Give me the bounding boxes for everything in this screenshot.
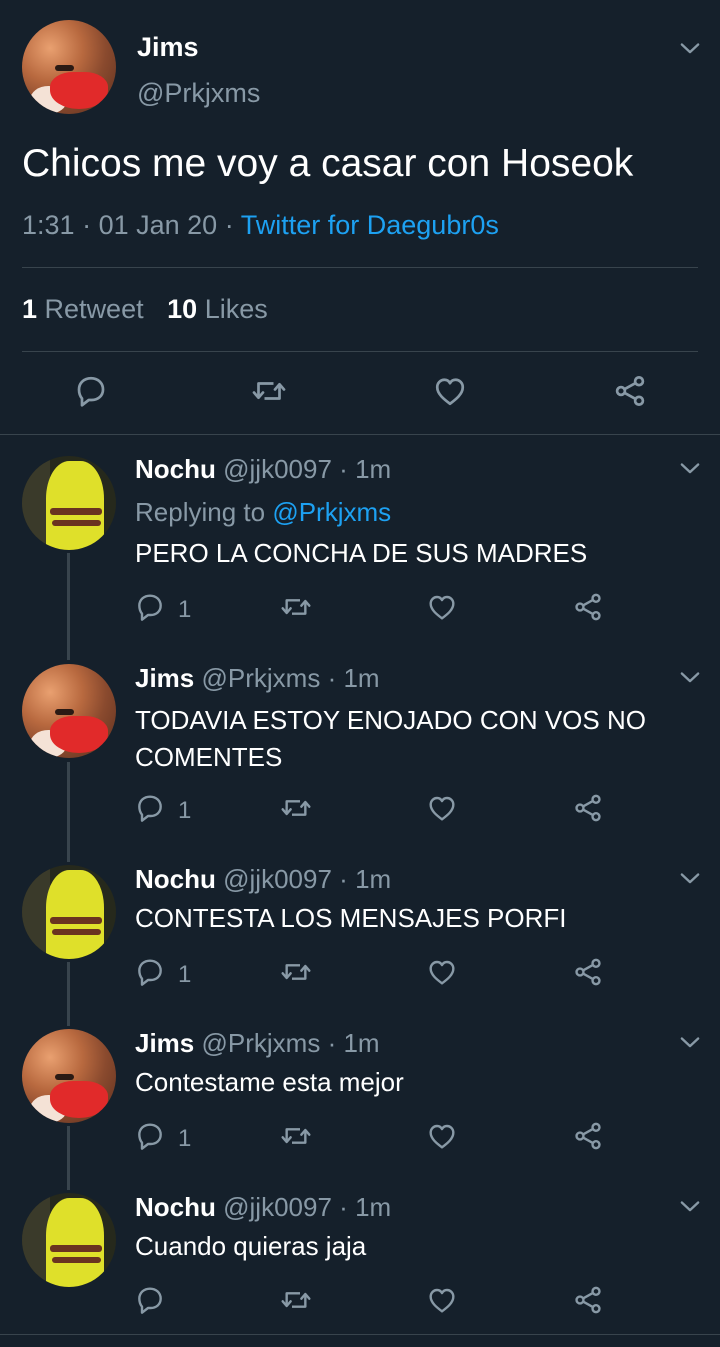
- divider: [0, 1334, 720, 1335]
- reply-text-line: TODAVIA ESTOY ENOJADO CON VOS NO: [135, 705, 646, 735]
- reply-icon[interactable]: [134, 591, 166, 623]
- reply-icon[interactable]: [134, 1120, 166, 1152]
- heart-icon[interactable]: [426, 591, 458, 623]
- tweet-time: 1:31: [22, 210, 75, 240]
- reply-header: Nochu @jjk0097 · 1m: [135, 1192, 391, 1223]
- reply-header: Nochu @jjk0097 · 1m: [135, 454, 391, 485]
- retweet-icon[interactable]: [280, 1284, 312, 1316]
- reply-time: 1m: [343, 1028, 380, 1058]
- retweet-icon[interactable]: [251, 373, 287, 409]
- separator: ·: [339, 1192, 348, 1222]
- reply-icon[interactable]: [134, 956, 166, 988]
- reply-icon[interactable]: [134, 1284, 166, 1316]
- reply-text-line: COMENTES: [135, 742, 283, 772]
- reply-time: 1m: [355, 864, 392, 894]
- separator: ·: [339, 864, 348, 894]
- heart-icon[interactable]: [426, 792, 458, 824]
- heart-icon[interactable]: [426, 1120, 458, 1152]
- heart-icon[interactable]: [426, 956, 458, 988]
- likes-count: 10: [167, 294, 198, 324]
- reply-count: 1: [178, 1125, 192, 1152]
- retweet-icon[interactable]: [280, 1120, 312, 1152]
- share-icon[interactable]: [572, 1120, 604, 1152]
- author-handle[interactable]: @Prkjxms: [137, 78, 260, 109]
- chevron-down-icon[interactable]: [676, 1028, 704, 1056]
- tweet-meta: 1:31 · 01 Jan 20 · Twitter for Daegubr0s: [22, 210, 499, 241]
- share-icon[interactable]: [572, 792, 604, 824]
- reply-header: Nochu @jjk0097 · 1m: [135, 864, 391, 895]
- tweet-date: 01 Jan 20: [98, 210, 218, 240]
- thread-line: [67, 962, 70, 1026]
- author-handle[interactable]: @Prkjxms: [202, 1028, 321, 1058]
- reply-count: 1: [178, 797, 192, 824]
- author-name[interactable]: Jims: [135, 663, 194, 693]
- divider: [22, 267, 698, 268]
- separator: ·: [327, 663, 337, 693]
- author-name[interactable]: Jims: [137, 32, 199, 63]
- heart-icon[interactable]: [432, 373, 468, 409]
- chevron-down-icon[interactable]: [676, 1192, 704, 1220]
- separator: ·: [224, 210, 234, 240]
- replying-to-handle[interactable]: @Prkjxms: [272, 497, 391, 527]
- separator: ·: [82, 210, 92, 240]
- reply-header: Jims @Prkjxms · 1m: [135, 1028, 380, 1059]
- share-icon[interactable]: [572, 591, 604, 623]
- author-handle[interactable]: @Prkjxms: [202, 663, 321, 693]
- chevron-down-icon[interactable]: [676, 663, 704, 691]
- replying-to: Replying to @Prkjxms: [135, 497, 391, 528]
- separator: ·: [339, 454, 348, 484]
- likes-label: Likes: [204, 294, 268, 324]
- chevron-down-icon[interactable]: [676, 454, 704, 482]
- avatar[interactable]: [22, 1193, 116, 1287]
- author-name[interactable]: Nochu: [135, 1192, 216, 1222]
- reply-header: Jims @Prkjxms · 1m: [135, 663, 380, 694]
- reply-text: PERO LA CONCHA DE SUS MADRES: [135, 538, 588, 568]
- divider: [22, 351, 698, 352]
- reply-count: 1: [178, 596, 192, 623]
- retweets-label: Retweet: [44, 294, 144, 324]
- share-icon[interactable]: [572, 1284, 604, 1316]
- avatar[interactable]: [22, 664, 116, 758]
- avatar[interactable]: [22, 865, 116, 959]
- reply-time: 1m: [355, 454, 392, 484]
- share-icon[interactable]: [572, 956, 604, 988]
- avatar[interactable]: [22, 20, 116, 114]
- author-name[interactable]: Nochu: [135, 864, 216, 894]
- author-handle[interactable]: @jjk0097: [223, 864, 332, 894]
- chevron-down-icon[interactable]: [676, 34, 704, 62]
- thread-line: [67, 1126, 70, 1190]
- reply-time: 1m: [343, 663, 380, 693]
- divider: [0, 434, 720, 435]
- author-handle[interactable]: @jjk0097: [223, 1192, 332, 1222]
- retweet-icon[interactable]: [280, 792, 312, 824]
- reply-time: 1m: [355, 1192, 392, 1222]
- thread-line: [67, 762, 70, 862]
- retweets-link[interactable]: 1 Retweet: [22, 294, 151, 324]
- thread-line: [67, 553, 70, 660]
- retweet-icon[interactable]: [280, 956, 312, 988]
- tweet-stats: 1 Retweet 10 Likes: [22, 294, 268, 325]
- tweet-source-link[interactable]: Twitter for Daegubr0s: [241, 210, 499, 240]
- reply-text: TODAVIA ESTOY ENOJADO CON VOS NO COMENTE…: [135, 702, 646, 776]
- heart-icon[interactable]: [426, 1284, 458, 1316]
- author-handle[interactable]: @jjk0097: [223, 454, 332, 484]
- reply-count: 1: [178, 961, 192, 988]
- chevron-down-icon[interactable]: [676, 864, 704, 892]
- reply-text: CONTESTA LOS MENSAJES PORFI: [135, 903, 567, 933]
- author-name[interactable]: Jims: [135, 1028, 194, 1058]
- reply-text: Contestame esta mejor: [135, 1067, 404, 1097]
- reply-icon[interactable]: [134, 792, 166, 824]
- avatar[interactable]: [22, 456, 116, 550]
- avatar[interactable]: [22, 1029, 116, 1123]
- retweet-icon[interactable]: [280, 591, 312, 623]
- reply-text: Cuando quieras jaja: [135, 1231, 367, 1261]
- retweets-count: 1: [22, 294, 38, 324]
- replying-to-label: Replying to: [135, 497, 266, 527]
- reply-icon[interactable]: [73, 373, 109, 409]
- separator: ·: [327, 1028, 337, 1058]
- author-name[interactable]: Nochu: [135, 454, 216, 484]
- tweet-text: Chicos me voy a casar con Hoseok: [22, 142, 634, 185]
- likes-link[interactable]: 10 Likes: [167, 294, 268, 324]
- share-icon[interactable]: [612, 373, 648, 409]
